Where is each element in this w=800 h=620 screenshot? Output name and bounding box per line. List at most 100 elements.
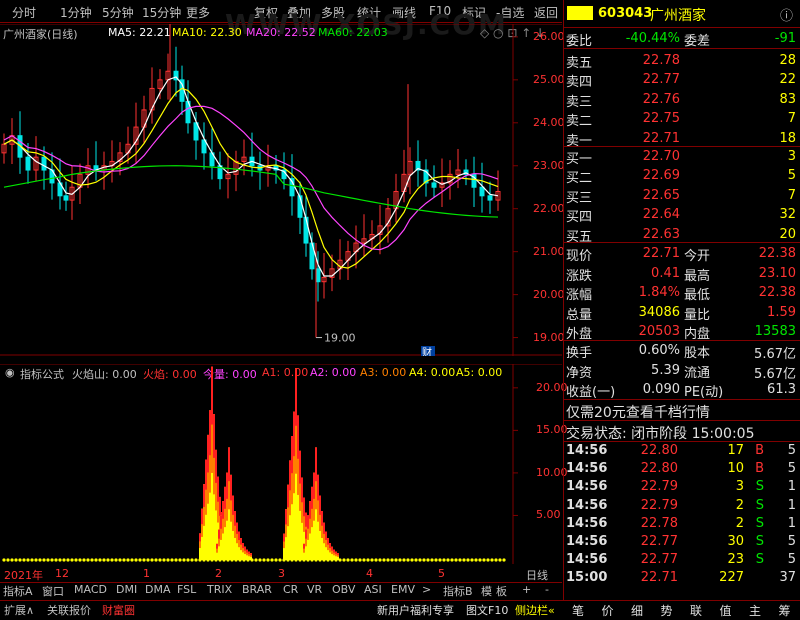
tab-indicator-b[interactable]: 指标B bbox=[443, 583, 473, 599]
tab-brar[interactable]: BRAR bbox=[242, 583, 272, 596]
right-tab[interactable]: 价 bbox=[602, 602, 614, 619]
tab-asi[interactable]: ASI bbox=[364, 583, 382, 596]
stat-value: 23.10 bbox=[758, 265, 796, 281]
right-tab[interactable]: 筹 bbox=[779, 602, 791, 619]
right-tab[interactable]: 联 bbox=[690, 602, 702, 619]
flame-bar bbox=[238, 531, 240, 560]
bid-volume: 20 bbox=[779, 226, 796, 242]
bid-price[interactable]: 22.65 bbox=[620, 188, 680, 203]
period-label[interactable]: 日线 bbox=[526, 567, 548, 583]
right-tab[interactable]: 笔 bbox=[572, 602, 584, 619]
flame-bar bbox=[207, 434, 209, 560]
bid-price[interactable]: 22.64 bbox=[620, 207, 680, 222]
right-tab[interactable]: 主 bbox=[749, 602, 761, 619]
candle bbox=[225, 153, 231, 199]
tick-direction: B bbox=[755, 461, 764, 477]
weicha-label: 委差 bbox=[684, 34, 711, 49]
right-tab[interactable]: 细 bbox=[631, 602, 643, 619]
tick-count: 1 bbox=[787, 515, 796, 531]
flame-bar bbox=[315, 447, 317, 560]
flame-bar bbox=[250, 553, 252, 560]
ask-price[interactable]: 22.71 bbox=[620, 131, 680, 146]
price-tick-label: 20.00 bbox=[533, 287, 565, 301]
time-label-12: 12 bbox=[55, 567, 69, 580]
bid-label: 买一 bbox=[566, 152, 593, 167]
tab-vr[interactable]: VR bbox=[307, 583, 322, 596]
bid-volume: 32 bbox=[779, 207, 796, 223]
tick-time: 14:56 bbox=[566, 552, 608, 568]
info-icon[interactable]: ⓘ bbox=[780, 5, 793, 24]
tab-fsl[interactable]: FSL bbox=[177, 583, 196, 596]
bid-price[interactable]: 22.70 bbox=[620, 149, 680, 164]
stat-label: 总量 bbox=[566, 307, 593, 323]
tab-indicator-a[interactable]: 指标A bbox=[3, 583, 33, 599]
tab-trix[interactable]: TRIX bbox=[207, 583, 232, 596]
tab-window[interactable]: 窗口 bbox=[42, 583, 64, 599]
ask-price[interactable]: 22.76 bbox=[620, 92, 680, 107]
kline-chart[interactable]: 26.7019.00财 bbox=[0, 24, 562, 356]
flame-bar bbox=[211, 366, 213, 560]
ask-price[interactable]: 22.75 bbox=[620, 111, 680, 126]
flame-bar bbox=[248, 551, 250, 560]
stock-code: 603043 bbox=[598, 6, 653, 21]
tab-dma[interactable]: DMA bbox=[145, 583, 171, 596]
flame-bar bbox=[337, 553, 339, 560]
tab-minus[interactable]: - bbox=[545, 583, 549, 596]
stat-label: 涨幅 bbox=[566, 288, 593, 303]
bid-price[interactable]: 22.63 bbox=[620, 227, 680, 242]
bid-label: 买三 bbox=[566, 190, 593, 206]
tab-fenshi[interactable]: 分时 bbox=[12, 4, 36, 21]
tab-more[interactable]: 更多 bbox=[186, 4, 210, 21]
flame-bar bbox=[329, 543, 331, 560]
candle bbox=[49, 152, 55, 200]
right-tab[interactable]: 势 bbox=[661, 602, 673, 619]
candle bbox=[463, 159, 469, 186]
price-tick-label: 24.00 bbox=[533, 115, 565, 129]
candle bbox=[487, 181, 493, 214]
flame-bar bbox=[305, 529, 307, 560]
f10-graphic-button[interactable]: 图文F10 bbox=[466, 602, 508, 618]
tab-5min[interactable]: 5分钟 bbox=[102, 4, 134, 21]
expand-button[interactable]: 扩展∧ bbox=[4, 602, 34, 618]
tab-template-1[interactable]: 模 bbox=[481, 583, 492, 599]
bid-label: 买二 bbox=[566, 171, 593, 187]
wealth-circle-button[interactable]: 财富圈 bbox=[102, 602, 135, 618]
tab-macd[interactable]: MACD bbox=[74, 583, 107, 596]
tab-plus[interactable]: + bbox=[522, 583, 531, 596]
ask-price[interactable]: 22.78 bbox=[620, 53, 680, 68]
sidebar-toggle[interactable]: 侧边栏« bbox=[515, 602, 555, 618]
ask-volume: 7 bbox=[787, 111, 796, 127]
flame-bar bbox=[220, 515, 222, 560]
flame-bar bbox=[244, 546, 246, 560]
tick-count: 1 bbox=[787, 497, 796, 513]
candle bbox=[125, 126, 131, 164]
tab-template-2[interactable]: 板 bbox=[496, 583, 507, 599]
flame-bar bbox=[226, 472, 228, 560]
tab-more-arrow[interactable]: > bbox=[422, 583, 431, 596]
tab-dmi[interactable]: DMI bbox=[116, 583, 137, 596]
tick-time: 15:00 bbox=[566, 570, 608, 586]
tick-time: 14:56 bbox=[566, 443, 608, 458]
related-quote-button[interactable]: 关联报价 bbox=[47, 602, 91, 618]
bid-price[interactable]: 22.69 bbox=[620, 168, 680, 183]
tab-15min[interactable]: 15分钟 bbox=[142, 4, 181, 21]
flame-bar bbox=[218, 529, 220, 560]
flame-bar bbox=[301, 477, 303, 560]
ask-price[interactable]: 22.77 bbox=[620, 72, 680, 87]
price-tick-label: 23.00 bbox=[533, 158, 565, 172]
candle bbox=[77, 163, 83, 204]
tab-emv[interactable]: EMV bbox=[391, 583, 415, 596]
price-tick-label: 21.00 bbox=[533, 244, 565, 258]
promo-link[interactable]: 新用户福利专享 bbox=[377, 602, 454, 618]
tab-obv[interactable]: OBV bbox=[332, 583, 355, 596]
ask-label: 卖四 bbox=[566, 75, 593, 91]
tab-1min[interactable]: 1分钟 bbox=[60, 4, 92, 21]
flame-bar bbox=[242, 543, 244, 560]
tab-cr[interactable]: CR bbox=[283, 583, 298, 596]
back-button[interactable]: 返回 bbox=[534, 4, 558, 21]
right-tab[interactable]: 值 bbox=[720, 602, 732, 619]
flame-bar bbox=[313, 472, 315, 560]
indicator-chart[interactable] bbox=[0, 364, 562, 564]
ask-label: 卖五 bbox=[566, 56, 593, 71]
depth-promo-link[interactable]: 仅需20元查看千档行情 bbox=[566, 402, 710, 422]
